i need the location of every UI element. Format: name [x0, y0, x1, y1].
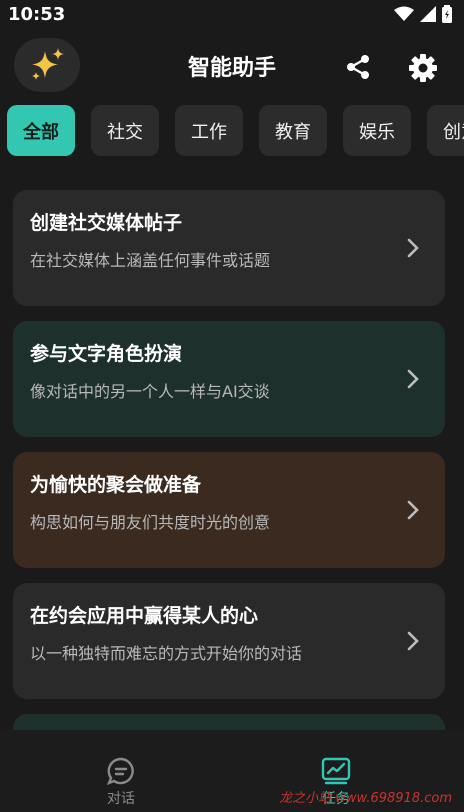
tab-creative[interactable]: 创意: [427, 105, 464, 156]
category-tabs: 全部 社交 工作 教育 娱乐 创意: [0, 105, 464, 157]
chevron-right-icon: [407, 369, 419, 389]
card-title: 参与文字角色扮演: [30, 343, 183, 365]
chat-bubble-icon: [106, 757, 134, 786]
card-subtitle: 像对话中的另一个人一样与AI交谈: [30, 382, 270, 401]
chevron-right-icon: [407, 238, 419, 258]
task-card[interactable]: 创建社交媒体帖子 在社交媒体上涵盖任何事件或话题: [13, 190, 445, 306]
tab-work[interactable]: 工作: [175, 105, 243, 156]
card-subtitle: 在社交媒体上涵盖任何事件或话题: [30, 251, 271, 270]
nav-chat[interactable]: 对话: [91, 756, 151, 808]
card-title: 为愉快的聚会做准备: [30, 474, 202, 496]
bottom-nav: 对话 任务 龙之小站 www.698918.com: [0, 730, 464, 812]
tab-all[interactable]: 全部: [7, 105, 75, 156]
share-icon: [347, 55, 369, 79]
chart-icon: [321, 757, 351, 785]
share-button[interactable]: [342, 51, 374, 83]
header: 智能助手: [0, 38, 464, 92]
gear-icon: [409, 54, 437, 82]
card-title: 在约会应用中赢得某人的心: [30, 605, 259, 627]
tab-education[interactable]: 教育: [259, 105, 327, 156]
battery-icon: [442, 5, 452, 23]
chevron-right-icon: [407, 631, 419, 651]
status-time: 10:53: [8, 3, 66, 25]
tab-entertainment[interactable]: 娱乐: [343, 105, 411, 156]
settings-button[interactable]: [405, 50, 441, 86]
status-icons: [394, 5, 452, 23]
page-title: 智能助手: [187, 56, 276, 81]
wifi-icon: [394, 6, 414, 21]
chevron-right-icon: [407, 500, 419, 520]
card-subtitle: 以一种独特而难忘的方式开始你的对话: [30, 644, 303, 663]
task-card[interactable]: 在约会应用中赢得某人的心 以一种独特而难忘的方式开始你的对话: [13, 583, 445, 699]
task-card[interactable]: 参与文字角色扮演 像对话中的另一个人一样与AI交谈: [13, 321, 445, 437]
card-title: 创建社交媒体帖子: [30, 212, 183, 234]
nav-chat-label: 对话: [107, 791, 135, 807]
signal-icon: [420, 6, 436, 22]
status-bar: 10:53: [0, 0, 464, 28]
watermark: 龙之小站 www.698918.com: [279, 791, 452, 806]
card-subtitle: 构思如何与朋友们共度时光的创意: [30, 513, 271, 532]
tab-social[interactable]: 社交: [91, 105, 159, 156]
task-card[interactable]: 为愉快的聚会做准备 构思如何与朋友们共度时光的创意: [13, 452, 445, 568]
